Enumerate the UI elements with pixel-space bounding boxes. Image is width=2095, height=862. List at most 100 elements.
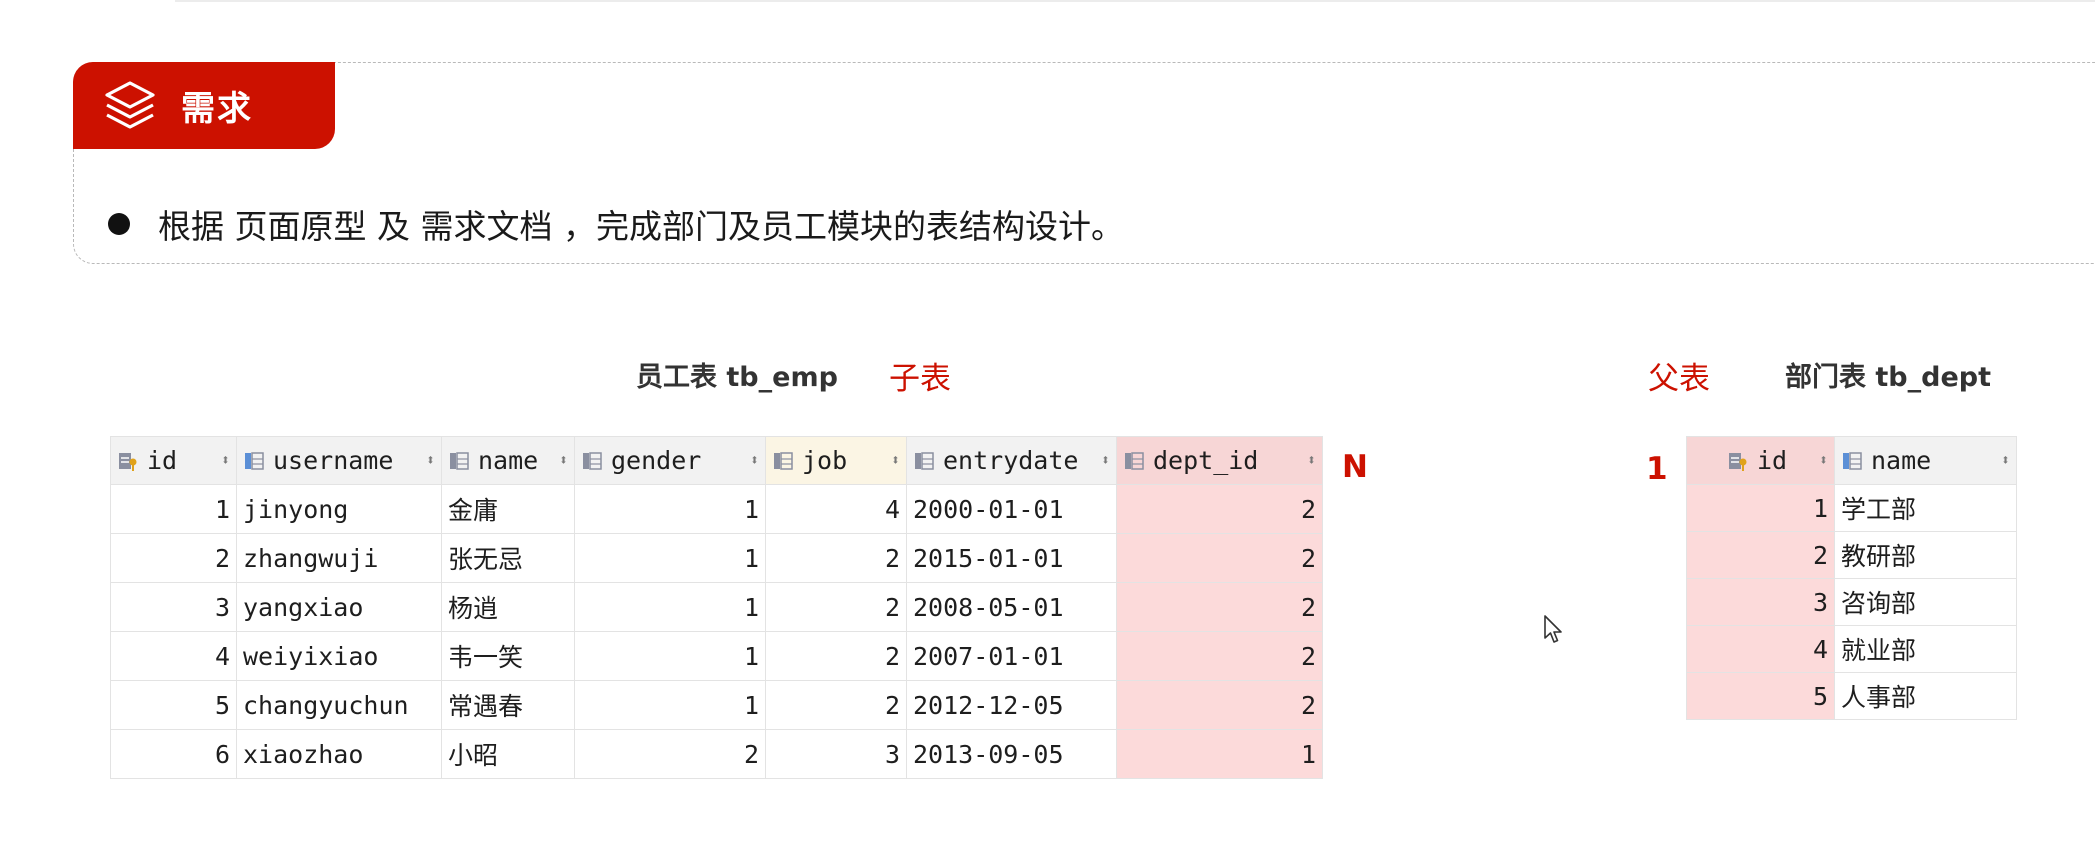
emp-col-header-name[interactable]: name ⬍ bbox=[441, 436, 575, 485]
emp-cell-id[interactable]: 2 bbox=[110, 533, 237, 583]
emp-cell-entrydate[interactable]: 2008-05-01 bbox=[906, 582, 1117, 632]
sort-arrows-icon[interactable]: ⬍ bbox=[1297, 453, 1316, 468]
emp-cell-entrydate[interactable]: 2013-09-05 bbox=[906, 729, 1117, 779]
table-row[interactable]: 5 人事部 bbox=[1686, 672, 2017, 720]
emp-cell-job[interactable]: 3 bbox=[765, 729, 907, 779]
table-row[interactable]: 2 教研部 bbox=[1686, 531, 2017, 579]
emp-cell-dept-id[interactable]: 1 bbox=[1116, 729, 1323, 779]
table-row[interactable]: 6 xiaozhao 小昭 2 3 2013-09-05 1 bbox=[110, 729, 1323, 779]
emp-cell-dept-id[interactable]: 2 bbox=[1116, 484, 1323, 534]
emp-col-header-job[interactable]: job ⬍ bbox=[765, 436, 907, 485]
emp-cell-job[interactable]: 2 bbox=[765, 631, 907, 681]
emp-cell-entrydate[interactable]: 2012-12-05 bbox=[906, 680, 1117, 730]
emp-col-header-label: gender bbox=[611, 446, 702, 475]
emp-cell-username[interactable]: zhangwuji bbox=[236, 533, 442, 583]
dept-cell-id[interactable]: 3 bbox=[1686, 578, 1835, 626]
column-icon bbox=[245, 451, 264, 470]
emp-cell-name[interactable]: 金庸 bbox=[441, 484, 575, 534]
emp-cell-name[interactable]: 小昭 bbox=[441, 729, 575, 779]
emp-cell-name[interactable]: 常遇春 bbox=[441, 680, 575, 730]
table-row[interactable]: 5 changyuchun 常遇春 1 2 2012-12-05 2 bbox=[110, 680, 1323, 730]
emp-cell-job[interactable]: 2 bbox=[765, 680, 907, 730]
table-row[interactable]: 3 咨询部 bbox=[1686, 578, 2017, 626]
emp-table-role-label: 子表 bbox=[889, 361, 951, 397]
emp-cell-id[interactable]: 5 bbox=[110, 680, 237, 730]
dept-cell-id[interactable]: 2 bbox=[1686, 531, 1835, 579]
table-row[interactable]: 3 yangxiao 杨逍 1 2 2008-05-01 2 bbox=[110, 582, 1323, 632]
dept-cell-name[interactable]: 就业部 bbox=[1834, 625, 2017, 673]
table-row[interactable]: 2 zhangwuji 张无忌 1 2 2015-01-01 2 bbox=[110, 533, 1323, 583]
emp-cell-name[interactable]: 杨逍 bbox=[441, 582, 575, 632]
dept-cell-id[interactable]: 5 bbox=[1686, 672, 1835, 720]
dept-cell-name[interactable]: 教研部 bbox=[1834, 531, 2017, 579]
emp-col-header-label: entrydate bbox=[943, 446, 1079, 475]
dept-cell-name[interactable]: 咨询部 bbox=[1834, 578, 2017, 626]
table-row[interactable]: 4 weiyixiao 韦一笑 1 2 2007-01-01 2 bbox=[110, 631, 1323, 681]
emp-cell-gender[interactable]: 1 bbox=[574, 582, 766, 632]
emp-cell-name[interactable]: 张无忌 bbox=[441, 533, 575, 583]
dept-cell-id[interactable]: 4 bbox=[1686, 625, 1835, 673]
emp-cell-gender[interactable]: 1 bbox=[574, 680, 766, 730]
emp-col-header-entrydate[interactable]: entrydate ⬍ bbox=[906, 436, 1117, 485]
emp-cell-name[interactable]: 韦一笑 bbox=[441, 631, 575, 681]
emp-cell-id[interactable]: 4 bbox=[110, 631, 237, 681]
emp-cell-dept-id[interactable]: 2 bbox=[1116, 533, 1323, 583]
dept-col-header-label: id bbox=[1757, 446, 1788, 475]
emp-cell-gender[interactable]: 2 bbox=[574, 729, 766, 779]
emp-cardinality-label: N bbox=[1342, 449, 1368, 485]
emp-cell-username[interactable]: weiyixiao bbox=[236, 631, 442, 681]
emp-col-header-label: name bbox=[478, 446, 539, 475]
emp-cell-username[interactable]: jinyong bbox=[236, 484, 442, 534]
dept-cell-name[interactable]: 人事部 bbox=[1834, 672, 2017, 720]
emp-col-header-label: username bbox=[273, 446, 394, 475]
emp-cell-gender[interactable]: 1 bbox=[574, 484, 766, 534]
emp-cell-id[interactable]: 6 bbox=[110, 729, 237, 779]
emp-cell-id[interactable]: 1 bbox=[110, 484, 237, 534]
sort-arrows-icon[interactable]: ⬍ bbox=[1091, 453, 1110, 468]
sort-arrows-icon[interactable]: ⬍ bbox=[416, 453, 435, 468]
emp-cell-job[interactable]: 4 bbox=[765, 484, 907, 534]
sort-arrows-icon[interactable]: ⬍ bbox=[211, 453, 230, 468]
emp-cell-entrydate[interactable]: 2007-01-01 bbox=[906, 631, 1117, 681]
column-icon bbox=[774, 451, 793, 470]
sort-arrows-icon[interactable]: ⬍ bbox=[881, 453, 900, 468]
emp-cell-username[interactable]: yangxiao bbox=[236, 582, 442, 632]
column-icon bbox=[583, 451, 602, 470]
sort-arrows-icon[interactable]: ⬍ bbox=[740, 453, 759, 468]
emp-cell-username[interactable]: changyuchun bbox=[236, 680, 442, 730]
emp-cell-dept-id[interactable]: 2 bbox=[1116, 680, 1323, 730]
emp-cell-dept-id[interactable]: 2 bbox=[1116, 582, 1323, 632]
key-column-icon bbox=[1729, 452, 1747, 471]
sort-arrows-icon[interactable]: ⬍ bbox=[1991, 453, 2010, 468]
dept-cell-id[interactable]: 1 bbox=[1686, 484, 1835, 532]
table-row[interactable]: 4 就业部 bbox=[1686, 625, 2017, 673]
emp-cell-job[interactable]: 2 bbox=[765, 582, 907, 632]
column-icon bbox=[915, 451, 934, 470]
emp-cell-entrydate[interactable]: 2015-01-01 bbox=[906, 533, 1117, 583]
emp-cell-job[interactable]: 2 bbox=[765, 533, 907, 583]
table-row[interactable]: 1 jinyong 金庸 1 4 2000-01-01 2 bbox=[110, 484, 1323, 534]
dept-cell-name[interactable]: 学工部 bbox=[1834, 484, 2017, 532]
emp-cell-username[interactable]: xiaozhao bbox=[236, 729, 442, 779]
table-row[interactable]: 1 学工部 bbox=[1686, 484, 2017, 532]
emp-col-header-dept-id[interactable]: dept_id ⬍ bbox=[1116, 436, 1323, 485]
emp-cell-id[interactable]: 3 bbox=[110, 582, 237, 632]
dept-col-header-name[interactable]: name ⬍ bbox=[1834, 436, 2017, 485]
emp-col-header-username[interactable]: username ⬍ bbox=[236, 436, 442, 485]
sort-arrows-icon[interactable]: ⬍ bbox=[1809, 453, 1828, 468]
emp-col-header-gender[interactable]: gender ⬍ bbox=[574, 436, 766, 485]
sort-arrows-icon[interactable]: ⬍ bbox=[549, 453, 568, 468]
emp-cell-entrydate[interactable]: 2000-01-01 bbox=[906, 484, 1117, 534]
emp-table: id ⬍ username ⬍ name ⬍ gender ⬍ job ⬍ en bbox=[110, 436, 1323, 779]
emp-col-header-id[interactable]: id ⬍ bbox=[110, 436, 237, 485]
requirement-tag-label: 需求 bbox=[181, 89, 253, 129]
emp-col-header-label: dept_id bbox=[1153, 446, 1259, 475]
emp-cell-gender[interactable]: 1 bbox=[574, 631, 766, 681]
column-icon bbox=[450, 451, 469, 470]
requirement-bullet: 根据 页面原型 及 需求文档 ，完成部门及员工模块的表结构设计。 bbox=[108, 200, 1124, 248]
emp-cell-gender[interactable]: 1 bbox=[574, 533, 766, 583]
dept-col-header-id[interactable]: id ⬍ bbox=[1686, 436, 1835, 485]
dept-cardinality-label: 1 bbox=[1646, 451, 1668, 487]
emp-cell-dept-id[interactable]: 2 bbox=[1116, 631, 1323, 681]
emp-col-header-label: job bbox=[802, 446, 848, 475]
